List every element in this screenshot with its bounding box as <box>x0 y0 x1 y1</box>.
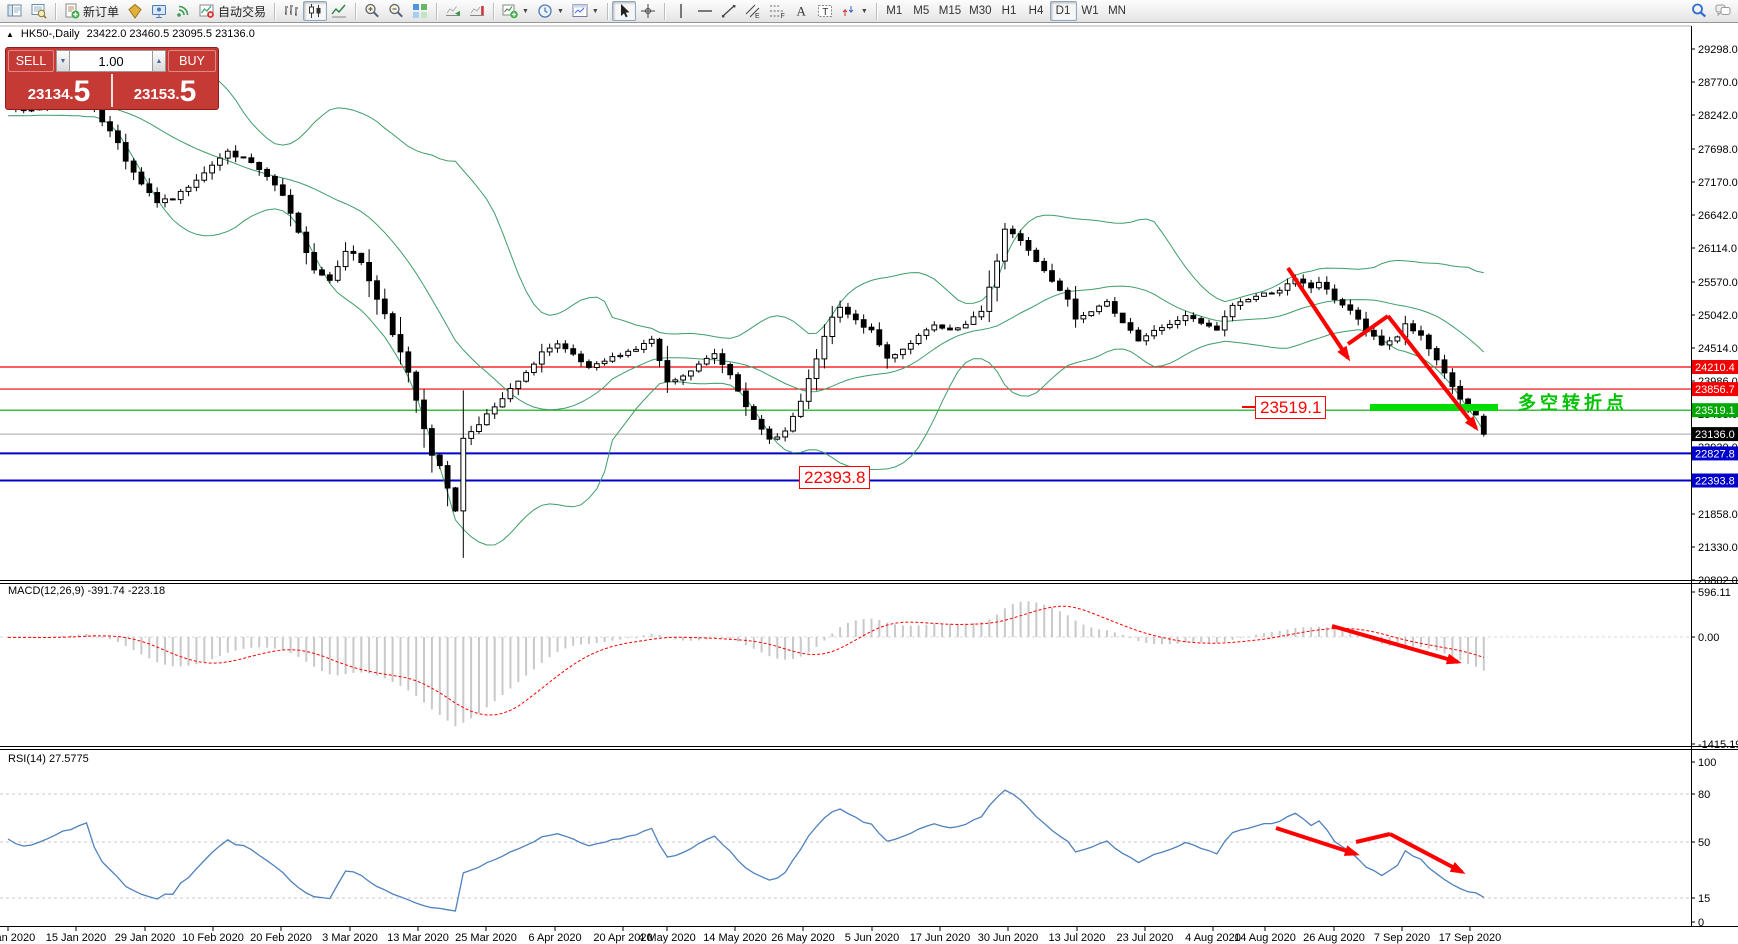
trendline-icon[interactable] <box>717 1 741 21</box>
equidistant-channel-icon[interactable]: E <box>741 1 765 21</box>
candlestick-chart-icon[interactable] <box>303 1 328 21</box>
toolbar-separator <box>606 2 608 20</box>
horizontal-line-icon[interactable] <box>693 1 717 21</box>
chart-symbol-period: HK50-,Daily <box>20 28 80 40</box>
zoom-out-icon[interactable] <box>384 1 408 21</box>
search-icon[interactable] <box>1687 1 1711 21</box>
vertical-line-icon[interactable] <box>669 1 693 21</box>
timeframe-m30[interactable]: M30 <box>965 1 995 21</box>
data-window-icon[interactable] <box>27 1 51 21</box>
price-annotation-22393[interactable]: 22393.8 <box>799 466 871 489</box>
text-label-icon[interactable]: T <box>813 1 837 21</box>
periods-icon[interactable]: ▼ <box>533 1 568 21</box>
toolbar-separator <box>493 2 495 20</box>
timeframe-mn[interactable]: MN <box>1104 1 1131 21</box>
volume-decrease-button[interactable]: ▼ <box>56 50 71 72</box>
turning-point-text[interactable]: 多空转折点 <box>1518 389 1628 415</box>
price-divider <box>111 74 113 107</box>
buy-price-big: 5 <box>179 75 197 108</box>
chart-ohlc-values: 23422.0 23460.5 23095.5 23136.0 <box>86 28 255 40</box>
toolbar-separator <box>436 2 438 20</box>
tile-windows-icon[interactable] <box>408 1 432 21</box>
macd-label: MACD(12,26,9) -391.74 -223.18 <box>8 585 166 597</box>
timeframe-w1[interactable]: W1 <box>1077 1 1104 21</box>
svg-text:F: F <box>780 13 784 19</box>
bar-chart-icon[interactable] <box>279 1 303 21</box>
timeframe-m1[interactable]: M1 <box>881 1 908 21</box>
toolbar-right-group <box>1687 1 1735 21</box>
toolbar-separator <box>55 2 56 20</box>
toolbar: 新订单 自动交易 ▼ ▼ ▼ E F A T ▼ M1 M5 M15 M30 H1 H4 D1 W1 MN <box>0 0 1738 23</box>
templates-icon[interactable]: ▼ <box>568 1 603 21</box>
arrows-icon[interactable]: ▼ <box>837 1 872 21</box>
toggle-market-watch-icon[interactable] <box>3 1 27 21</box>
text-icon[interactable]: A <box>789 1 813 21</box>
svg-text:E: E <box>755 13 760 19</box>
sell-price-big: 5 <box>73 75 91 108</box>
mql5-community-icon[interactable] <box>123 1 147 21</box>
signals-icon[interactable] <box>171 1 195 21</box>
price-axis[interactable] <box>1691 26 1738 926</box>
buy-price-small: 23153. <box>133 86 180 103</box>
buy-button[interactable]: BUY <box>168 50 216 72</box>
timeframe-m15[interactable]: M15 <box>935 1 965 21</box>
new-order-icon[interactable]: 新订单 <box>60 1 123 21</box>
line-chart-icon[interactable] <box>327 1 351 21</box>
indicators-icon[interactable]: ▼ <box>498 1 533 21</box>
chart-title-bar: ▲ HK50-,Daily 23422.0 23460.5 23095.5 23… <box>6 28 255 40</box>
sell-button[interactable]: SELL <box>8 50 55 72</box>
sell-price-small: 23134. <box>27 86 74 103</box>
collapse-triangle-icon[interactable]: ▲ <box>6 30 14 39</box>
sell-price[interactable]: 23134. 5 <box>8 74 110 107</box>
crosshair-icon[interactable] <box>636 1 660 21</box>
mt4-app: 29298.0 28770.0 28242.0 27698.0 27170.0 26642… <box>0 0 1738 944</box>
timeframe-h4[interactable]: H4 <box>1023 1 1050 21</box>
toolbar-separator <box>875 2 877 20</box>
volume-input[interactable] <box>70 50 153 72</box>
timeframe-h1[interactable]: H1 <box>996 1 1023 21</box>
chart-shift-icon[interactable] <box>465 1 489 21</box>
toolbar-separator <box>663 2 665 20</box>
time-axis[interactable] <box>0 926 1691 944</box>
auto-scroll-icon[interactable] <box>441 1 465 21</box>
toolbar-separator <box>355 2 357 20</box>
volume-stepper: ▼ ▲ <box>56 50 167 72</box>
timeframe-d1[interactable]: D1 <box>1049 1 1077 21</box>
rsi-label: RSI(14) 27.5775 <box>8 753 89 765</box>
virtual-hosting-icon[interactable] <box>147 1 171 21</box>
buy-price[interactable]: 23153. 5 <box>114 74 216 107</box>
svg-text:A: A <box>796 4 806 19</box>
svg-text:T: T <box>822 7 828 18</box>
cursor-icon[interactable] <box>611 1 636 21</box>
toolbar-separator <box>274 2 276 20</box>
chat-icon[interactable] <box>1711 1 1735 21</box>
fibonacci-icon[interactable]: F <box>765 1 789 21</box>
zoom-in-icon[interactable] <box>360 1 384 21</box>
price-annotation-23519[interactable]: 23519.1 <box>1255 396 1327 419</box>
autotrading-icon[interactable]: 自动交易 <box>195 1 270 21</box>
timeframe-m5[interactable]: M5 <box>908 1 935 21</box>
one-click-trading-panel: SELL ▼ ▲ BUY 23134.5 23153.5 <box>5 47 219 110</box>
volume-increase-button[interactable]: ▲ <box>152 50 167 72</box>
